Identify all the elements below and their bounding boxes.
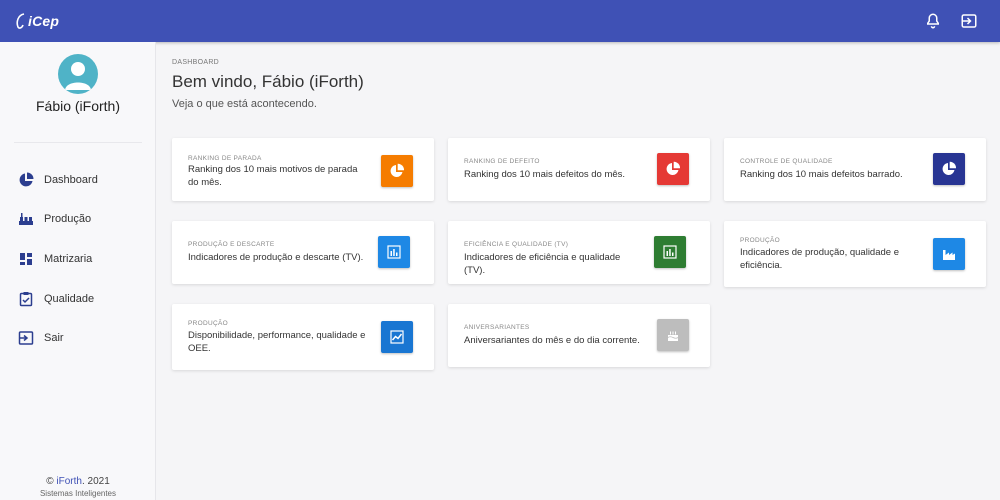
logo-mark-icon xyxy=(16,13,25,29)
logout-icon[interactable] xyxy=(960,12,978,30)
sidebar-divider xyxy=(14,142,142,143)
sidebar-item-label: Matrizaria xyxy=(44,253,93,265)
card-producao-oee[interactable]: PRODUÇÃO Disponibilidade, performance, q… xyxy=(172,304,434,370)
sidebar-item-dashboard[interactable]: Dashboard xyxy=(0,165,155,195)
card-producao-indicadores[interactable]: PRODUÇÃO Indicadores de produção, qualid… xyxy=(724,221,986,287)
card-description: Disponibilidade, performance, qualidade … xyxy=(188,330,366,354)
page-title: Bem vindo, Fábio (iForth) xyxy=(172,72,364,91)
user-avatar[interactable] xyxy=(58,54,98,94)
sidebar-item-producao[interactable]: Produção xyxy=(0,204,155,234)
footer-year: . 2021 xyxy=(81,476,110,487)
sidebar-item-label: Qualidade xyxy=(44,293,95,305)
pie-chart-icon xyxy=(942,161,957,175)
card-icon-badge xyxy=(657,153,689,185)
card-ranking-defeito[interactable]: RANKING DE DEFEITO Ranking dos 10 mais d… xyxy=(448,138,710,201)
card-category: RANKING DE DEFEITO xyxy=(464,158,540,165)
pie-chart-icon xyxy=(19,172,34,187)
card-description: Ranking dos 10 mais motivos de parada do… xyxy=(188,164,358,188)
sidebar-item-sair[interactable]: Sair xyxy=(0,323,155,353)
card-category: EFICIÊNCIA E QUALIDADE (TV) xyxy=(464,241,569,248)
footer-brand-link[interactable]: iForth xyxy=(56,476,82,487)
footer-tagline: Sistemas Inteligentes xyxy=(39,489,117,498)
sidebar: Fábio (iForth) Dashboard Produção Matriz… xyxy=(0,42,156,500)
grid-icon xyxy=(20,253,32,265)
factory-icon xyxy=(19,213,33,225)
notifications-bell-icon[interactable] xyxy=(924,12,942,30)
card-category: CONTROLE DE QUALIDADE xyxy=(740,158,833,165)
card-category: ANIVERSARIANTES xyxy=(464,324,530,331)
card-description: Indicadores de produção e descarte (TV). xyxy=(188,252,364,263)
card-icon-badge xyxy=(933,153,965,185)
card-producao-descarte[interactable]: PRODUÇÃO E DESCARTE Indicadores de produ… xyxy=(172,221,434,284)
sidebar-item-label: Dashboard xyxy=(44,174,98,186)
top-app-bar: iCep xyxy=(0,0,1000,42)
card-eficiencia-qualidade[interactable]: EFICIÊNCIA E QUALIDADE (TV) Indicadores … xyxy=(448,221,710,284)
copyright-symbol: © xyxy=(46,476,57,487)
sidebar-item-matrizaria[interactable]: Matrizaria xyxy=(0,244,155,274)
card-description: Indicadores de eficiência e qualidade (T… xyxy=(464,252,621,276)
line-chart-icon xyxy=(390,330,404,344)
sidebar-item-label: Produção xyxy=(44,213,92,225)
card-description: Aniversariantes do mês e do dia corrente… xyxy=(464,335,640,346)
factory-icon xyxy=(943,250,955,260)
card-aniversariantes[interactable]: ANIVERSARIANTES Aniversariantes do mês e… xyxy=(448,304,710,367)
card-icon-badge xyxy=(654,236,686,268)
card-description: Indicadores de produção, qualidade e efi… xyxy=(740,247,899,271)
footer-copyright: © iForth. 2021 xyxy=(0,476,156,487)
card-icon-badge xyxy=(378,236,410,268)
user-avatar-icon xyxy=(65,62,91,90)
pie-chart-icon xyxy=(390,163,405,177)
cake-icon xyxy=(667,331,679,341)
card-category: PRODUÇÃO E DESCARTE xyxy=(188,241,275,248)
breadcrumb: DASHBOARD xyxy=(172,59,220,66)
card-description: Ranking dos 10 mais defeitos do mês. xyxy=(464,169,626,180)
clipboard-check-icon xyxy=(19,292,33,307)
pie-chart-icon xyxy=(666,161,681,175)
card-ranking-parada[interactable]: RANKING DE PARADA Ranking dos 10 mais mo… xyxy=(172,138,434,201)
card-category: PRODUÇÃO xyxy=(740,237,780,244)
card-category: RANKING DE PARADA xyxy=(188,155,262,162)
app-logo[interactable]: iCep xyxy=(15,11,59,31)
card-icon-badge xyxy=(657,319,689,351)
sidebar-item-qualidade[interactable]: Qualidade xyxy=(0,284,155,314)
logout-icon xyxy=(18,331,34,345)
card-icon-badge xyxy=(381,155,413,187)
sidebar-item-label: Sair xyxy=(44,332,64,344)
page-subtitle: Veja o que está acontecendo. xyxy=(172,98,317,110)
card-description: Ranking dos 10 mais defeitos barrado. xyxy=(740,169,903,180)
bar-chart-icon xyxy=(387,245,401,259)
card-icon-badge xyxy=(381,321,413,353)
bar-chart-icon xyxy=(663,245,677,259)
app-logo-text: iCep xyxy=(28,13,60,29)
card-icon-badge xyxy=(933,238,965,270)
user-name: Fábio (iForth) xyxy=(35,98,121,114)
card-category: PRODUÇÃO xyxy=(188,320,228,327)
card-controle-qualidade[interactable]: CONTROLE DE QUALIDADE Ranking dos 10 mai… xyxy=(724,138,986,201)
